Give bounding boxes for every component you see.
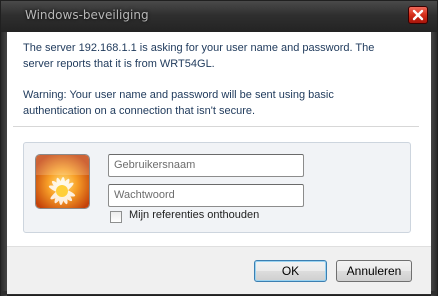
username-placeholder: Gebruikersnaam [114,159,196,171]
dialog-window: Windows-beveiliging The server 192.168.1… [0,0,438,296]
password-input[interactable]: Wachtwoord [108,184,304,207]
cancel-button[interactable]: Annuleren [336,260,412,282]
username-input[interactable]: Gebruikersnaam [108,154,304,177]
warning-message-line: Warning: Your user name and password wil… [23,89,334,101]
password-placeholder: Wachtwoord [114,189,175,201]
remember-checkbox[interactable] [110,211,122,223]
title-bar[interactable]: Windows-beveiliging [1,1,437,32]
close-x-icon [412,9,424,21]
warning-message: Warning: Your user name and password wil… [23,87,423,119]
window-frame-right [431,32,437,296]
button-bar: OK Annuleren [7,246,431,294]
warning-message-line: authentication on a connection that isn'… [23,105,256,117]
server-message: The server 192.168.1.1 is asking for you… [23,40,423,72]
server-message-line: The server 192.168.1.1 is asking for you… [23,42,375,54]
ok-button[interactable]: OK [254,260,327,282]
divider [13,126,419,127]
server-message-line: server reports that it is from WRT54GL. [23,58,215,70]
user-tile-icon [35,154,90,209]
remember-label[interactable]: Mijn referenties onthouden [129,209,259,221]
close-button[interactable] [408,6,428,24]
window-title: Windows-beveiliging [25,8,149,22]
dialog-body: The server 192.168.1.1 is asking for you… [7,32,431,294]
credential-panel: Gebruikersnaam Wachtwoord Mijn referenti… [23,142,411,233]
